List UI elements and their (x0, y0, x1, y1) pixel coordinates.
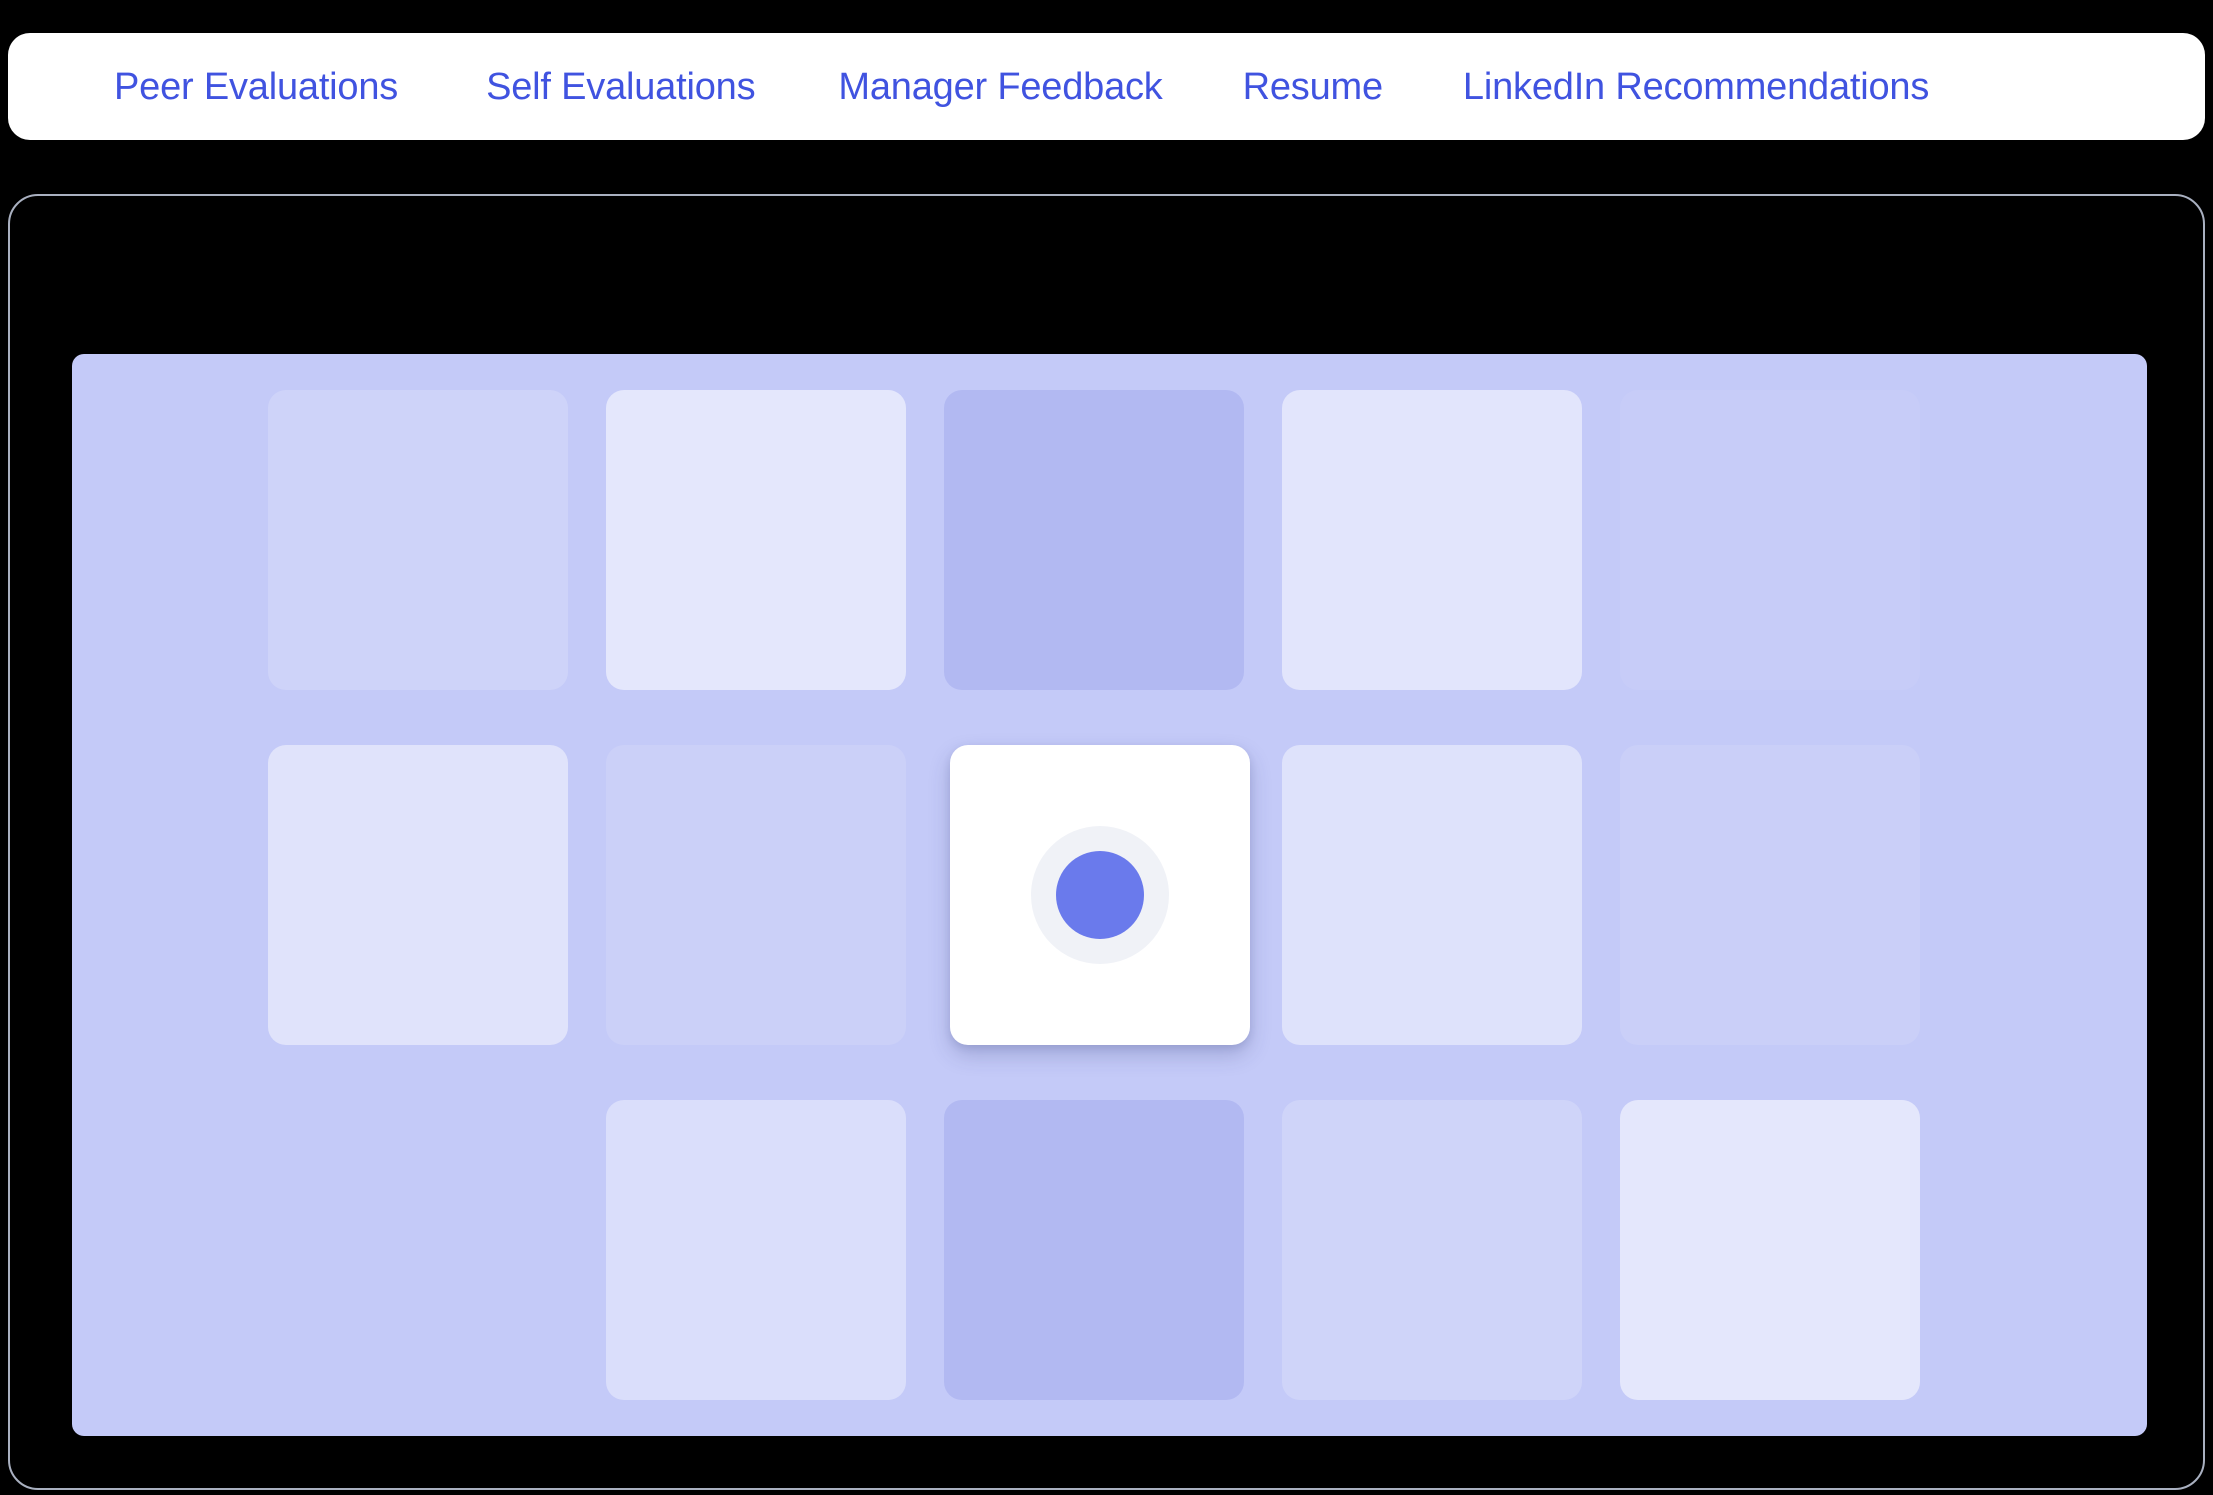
grid-tile[interactable] (1620, 390, 1920, 690)
nav-link-peer-evaluations[interactable]: Peer Evaluations (114, 68, 398, 106)
grid-tile[interactable] (606, 390, 906, 690)
grid-tile[interactable] (606, 1100, 906, 1400)
nav-link-resume[interactable]: Resume (1243, 68, 1384, 106)
selection-dot-icon (1056, 851, 1144, 939)
screen-root: Peer Evaluations Self Evaluations Manage… (0, 0, 2213, 1495)
grid-tile[interactable] (606, 745, 906, 1045)
selection-ring-icon (1031, 826, 1169, 964)
content-viewport (8, 194, 2205, 1490)
grid-tile[interactable] (1620, 1100, 1920, 1400)
grid-tile[interactable] (1282, 745, 1582, 1045)
grid-tile[interactable] (268, 390, 568, 690)
grid-tile[interactable] (1282, 390, 1582, 690)
nav-link-self-evaluations[interactable]: Self Evaluations (486, 68, 755, 106)
grid-tile[interactable] (1620, 745, 1920, 1045)
tile-grid-panel (72, 354, 2147, 1436)
nav-link-linkedin-recommendations[interactable]: LinkedIn Recommendations (1463, 68, 1929, 106)
nav-link-manager-feedback[interactable]: Manager Feedback (838, 68, 1162, 106)
top-navigation-bar: Peer Evaluations Self Evaluations Manage… (8, 33, 2205, 140)
nav-items-list: Peer Evaluations Self Evaluations Manage… (114, 68, 1929, 106)
grid-tile[interactable] (1282, 1100, 1582, 1400)
grid-tile[interactable] (268, 745, 568, 1045)
grid-tile-accent[interactable] (944, 1100, 1244, 1400)
grid-tile-accent[interactable] (944, 390, 1244, 690)
selected-tile-card[interactable] (950, 745, 1250, 1045)
